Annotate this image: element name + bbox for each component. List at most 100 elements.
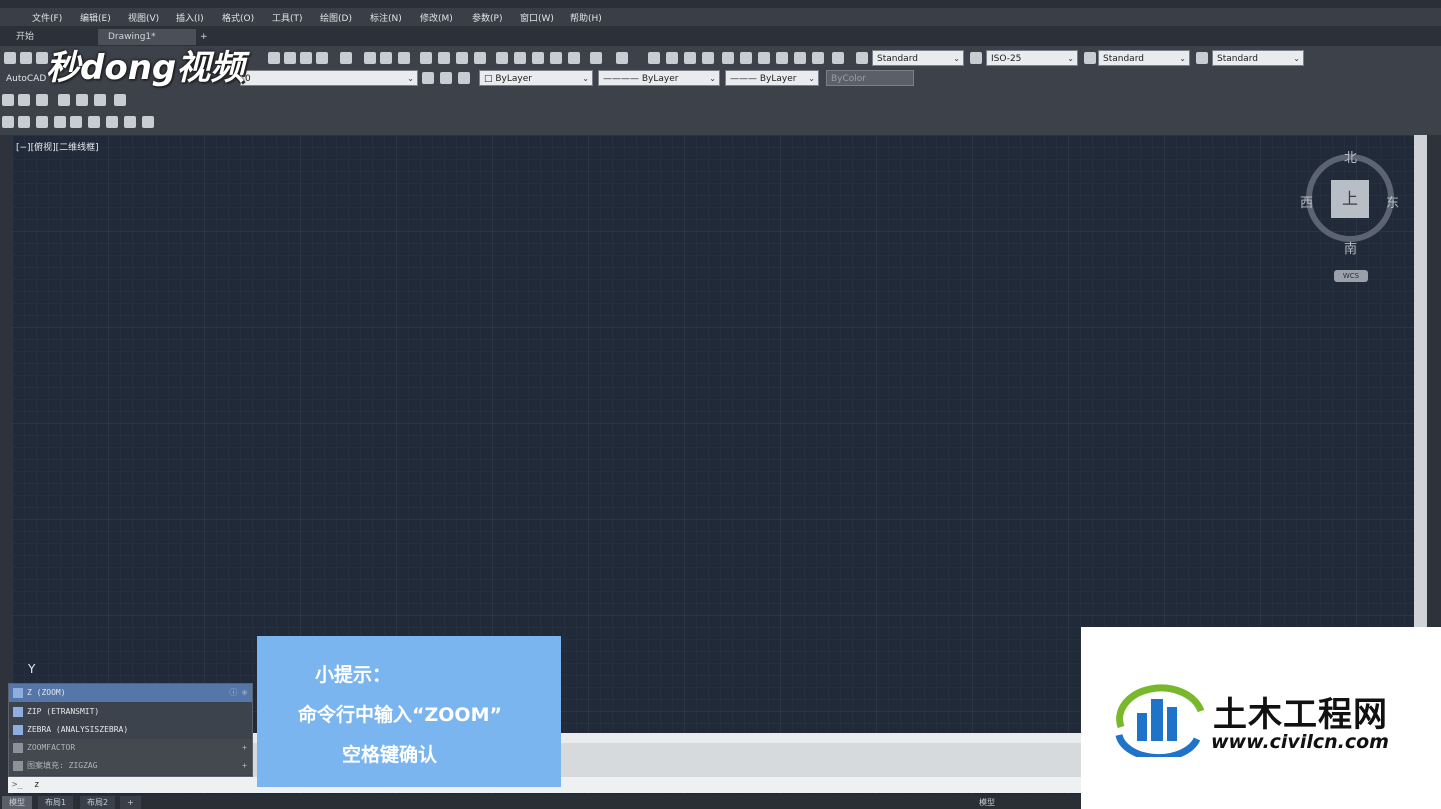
autocomplete-variable[interactable]: ZOOMFACTOR + — [9, 739, 252, 757]
zoom-realtime-icon[interactable] — [666, 52, 678, 64]
vertical-scrollbar[interactable] — [1414, 135, 1427, 630]
paste-icon[interactable] — [532, 52, 544, 64]
menu-dimension[interactable]: 标注(N) — [370, 11, 402, 24]
workspace-select[interactable]: AutoCAD — [2, 71, 52, 87]
menu-file[interactable]: 文件(F) — [32, 11, 62, 24]
autocomplete-item[interactable]: Z (ZOOM) ⓘ ⊕ — [9, 684, 252, 702]
mtext-icon[interactable] — [18, 116, 30, 128]
tab-layout1[interactable]: 布局1 — [38, 796, 74, 809]
designcenter-icon[interactable] — [740, 52, 752, 64]
markup-icon[interactable] — [794, 52, 806, 64]
tool-4-icon[interactable] — [58, 94, 70, 106]
expand-icon[interactable]: + — [242, 757, 247, 775]
menu-modify[interactable]: 修改(M) — [420, 11, 453, 24]
tool-7-icon[interactable] — [114, 94, 126, 106]
calc-icon[interactable] — [316, 52, 328, 64]
layer-previous-icon[interactable] — [440, 72, 452, 84]
spell-icon[interactable] — [70, 116, 82, 128]
menu-view[interactable]: 视图(V) — [128, 11, 159, 24]
tool-5-icon[interactable] — [76, 94, 88, 106]
menu-tools[interactable]: 工具(T) — [272, 11, 303, 24]
properties-palette-icon[interactable] — [722, 52, 734, 64]
qsave-icon[interactable] — [398, 52, 410, 64]
make-current-icon[interactable] — [422, 72, 434, 84]
ucs-y-axis-label: Y — [28, 662, 36, 676]
mleader-style-icon[interactable] — [1196, 52, 1208, 64]
undo-icon[interactable] — [590, 52, 602, 64]
preview-icon[interactable] — [438, 52, 450, 64]
scale-text-icon[interactable] — [106, 116, 118, 128]
viewport-controls[interactable]: [−][俯视][二维线框] — [16, 140, 99, 153]
find-icon[interactable] — [54, 116, 66, 128]
color-select[interactable]: □ ByLayer ⌄ — [479, 70, 593, 86]
wcs-menu[interactable]: WCS — [1334, 270, 1368, 282]
layer-select[interactable]: 0 ⌄ — [240, 70, 418, 86]
web-icon[interactable] — [474, 52, 486, 64]
zoom-previous-icon[interactable] — [702, 52, 714, 64]
new-icon[interactable] — [4, 52, 16, 64]
menu-edit[interactable]: 编辑(E) — [80, 11, 111, 24]
linetype-select[interactable]: ———— ByLayer ⌄ — [598, 70, 720, 86]
tab-layout2[interactable]: 布局2 — [80, 796, 116, 809]
menu-insert[interactable]: 插入(I) — [176, 11, 204, 24]
properties-icon[interactable] — [268, 52, 280, 64]
zoom-window-icon[interactable] — [684, 52, 696, 64]
redo-icon[interactable] — [616, 52, 628, 64]
table-style-icon[interactable] — [1084, 52, 1096, 64]
tool-1-icon[interactable] — [2, 94, 14, 106]
expand-icon[interactable]: + — [242, 739, 247, 757]
menu-draw[interactable]: 绘图(D) — [320, 11, 352, 24]
compass-south[interactable]: 南 — [1344, 238, 1357, 257]
block-paste-icon[interactable] — [550, 52, 562, 64]
block-icon[interactable] — [300, 52, 312, 64]
compass-east[interactable]: 东 — [1386, 192, 1399, 211]
publish-icon[interactable] — [456, 52, 468, 64]
dim-style-icon[interactable] — [970, 52, 982, 64]
text-style-select[interactable]: Standard ⌄ — [872, 50, 964, 66]
autocomplete-item[interactable]: ZIP (ETRANSMIT) — [9, 703, 252, 721]
tab-model[interactable]: 模型 — [2, 796, 32, 809]
command-input[interactable]: z — [34, 780, 39, 790]
tool-2-icon[interactable] — [18, 94, 30, 106]
justify-icon[interactable] — [124, 116, 136, 128]
text-style-icon[interactable] — [856, 52, 868, 64]
layer-states-icon[interactable] — [458, 72, 470, 84]
dim-style-select[interactable]: ISO-25 ⌄ — [986, 50, 1078, 66]
compass-north[interactable]: 北 — [1344, 147, 1357, 166]
compass-west[interactable]: 西 — [1300, 192, 1313, 211]
text-icon[interactable] — [2, 116, 14, 128]
cut-icon[interactable] — [496, 52, 508, 64]
model-space-indicator[interactable]: 模型 — [972, 796, 1002, 809]
autocomplete-item[interactable]: ZEBRA (ANALYSISZEBRA) — [9, 721, 252, 739]
text-style2-icon[interactable] — [88, 116, 100, 128]
lineweight-select[interactable]: ——— ByLayer ⌄ — [725, 70, 819, 86]
toolpalette-icon[interactable] — [758, 52, 770, 64]
menu-window[interactable]: 窗口(W) — [520, 11, 554, 24]
quickcalc-icon[interactable] — [812, 52, 824, 64]
match-icon[interactable] — [284, 52, 296, 64]
mleader-style-select[interactable]: Standard ⌄ — [1212, 50, 1304, 66]
autocomplete-hatch[interactable]: 图案填充: ZIGZAG + — [9, 757, 252, 775]
tool-3-icon[interactable] — [36, 94, 48, 106]
tool-6-icon[interactable] — [94, 94, 106, 106]
edit-text-icon[interactable] — [36, 116, 48, 128]
matchprop-icon[interactable] — [568, 52, 580, 64]
add-layout-button[interactable]: + — [120, 796, 141, 809]
menu-parametric[interactable]: 参数(P) — [472, 11, 502, 24]
sheetset-icon[interactable] — [776, 52, 788, 64]
table-style-select[interactable]: Standard ⌄ — [1098, 50, 1190, 66]
open-icon[interactable] — [20, 52, 32, 64]
qnew-icon[interactable] — [364, 52, 376, 64]
print-icon[interactable] — [420, 52, 432, 64]
menu-format[interactable]: 格式(O) — [222, 11, 254, 24]
viewcube-top-face[interactable]: 上 — [1331, 180, 1369, 218]
menu-help[interactable]: 帮助(H) — [570, 11, 602, 24]
copy-icon[interactable] — [514, 52, 526, 64]
convert-icon[interactable] — [142, 116, 154, 128]
help-icon[interactable]: ⓘ ⊕ — [229, 684, 247, 702]
pan-icon[interactable] — [648, 52, 660, 64]
qopen-icon[interactable] — [380, 52, 392, 64]
help2-icon[interactable] — [832, 52, 844, 64]
tab-start[interactable]: 开始 — [6, 29, 44, 45]
help-icon[interactable] — [340, 52, 352, 64]
